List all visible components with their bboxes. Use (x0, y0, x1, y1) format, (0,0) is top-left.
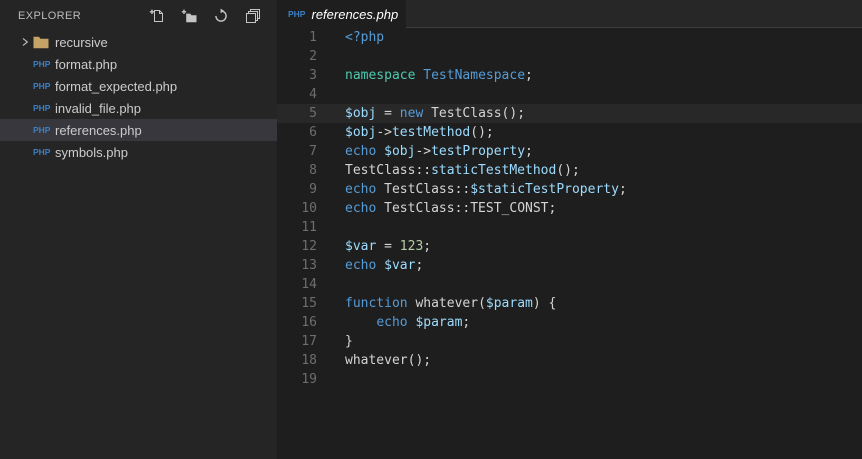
code-line-9[interactable]: 9 echo TestClass::$staticTestProperty; (277, 180, 862, 199)
code-line-18[interactable]: 18 whatever(); (277, 351, 862, 370)
explorer-actions (149, 8, 261, 24)
line-number: 2 (309, 49, 317, 64)
chevron-right-icon (20, 37, 33, 47)
collapse-all-icon (246, 8, 260, 23)
code-text: echo $var; (345, 258, 424, 273)
code-text: $var = 123; (345, 239, 432, 254)
line-number: 9 (309, 182, 317, 197)
explorer-header: EXPLORER (0, 0, 277, 31)
php-file-icon: PHP (288, 8, 306, 19)
new-file-button[interactable] (149, 8, 165, 24)
refresh-icon (215, 8, 227, 22)
php-file-icon: PHP (33, 102, 51, 113)
code-editor[interactable]: 1 <?php 2 3 namespace TestNamespace; 4 5 $obj =… (277, 28, 862, 389)
file-item-invalid-file-php[interactable]: PHP invalid_file.php (0, 97, 277, 119)
tab-label: references.php (311, 6, 399, 22)
code-text: $obj->testMethod(); (345, 125, 494, 140)
file-item-symbols-php[interactable]: PHP symbols.php (0, 141, 277, 163)
line-number: 13 (301, 258, 317, 273)
file-tree: recursive PHP format.php PHP format_expected… (0, 31, 277, 163)
code-text: $obj = new TestClass(); (345, 106, 526, 121)
php-file-icon: PHP (33, 80, 51, 91)
line-number: 7 (309, 144, 317, 159)
code-line-16[interactable]: 16 echo $param; (277, 313, 862, 332)
line-number: 5 (309, 106, 317, 121)
refresh-button[interactable] (213, 8, 229, 24)
code-text: } (345, 334, 353, 349)
code-line-15[interactable]: 15 function whatever($param) { (277, 294, 862, 313)
tab-bar: PHP references.php ✕ (277, 0, 862, 28)
code-text: echo $obj->testProperty; (345, 144, 533, 159)
line-number: 12 (301, 239, 317, 254)
file-label: symbols.php (55, 144, 128, 160)
line-number: 8 (309, 163, 317, 178)
file-item-format-expected-php[interactable]: PHP format_expected.php (0, 75, 277, 97)
line-number: 15 (301, 296, 317, 311)
file-item-format-php[interactable]: PHP format.php (0, 53, 277, 75)
code-line-6[interactable]: 6 $obj->testMethod(); (277, 123, 862, 142)
file-item-recursive[interactable]: recursive (0, 31, 277, 53)
code-text: <?php (345, 30, 385, 45)
code-text: echo $param; (376, 315, 471, 330)
code-text: echo TestClass::TEST_CONST; (345, 201, 557, 216)
code-line-11[interactable]: 11 (277, 218, 862, 237)
folder-icon (33, 36, 54, 49)
code-line-1[interactable]: 1 <?php (277, 28, 862, 47)
code-text: function whatever($param) { (345, 296, 557, 311)
line-number: 6 (309, 125, 317, 140)
code-line-8[interactable]: 8 TestClass::staticTestMethod(); (277, 161, 862, 180)
file-label: invalid_file.php (55, 100, 142, 116)
code-line-19[interactable]: 19 (277, 370, 862, 389)
file-item-references-php[interactable]: PHP references.php (0, 119, 277, 141)
code-line-7[interactable]: 7 echo $obj->testProperty; (277, 142, 862, 161)
code-line-10[interactable]: 10 echo TestClass::TEST_CONST; (277, 199, 862, 218)
file-label: format_expected.php (55, 78, 178, 94)
file-label: format.php (55, 56, 118, 72)
code-line-2[interactable]: 2 (277, 47, 862, 66)
code-text: TestClass::staticTestMethod(); (345, 163, 580, 178)
explorer-sidebar: EXPLORER recursive PHP format.php PHP fo… (0, 0, 277, 459)
vscode-window: EXPLORER recursive PHP format.php PHP fo… (0, 0, 862, 459)
line-number: 3 (309, 68, 317, 83)
code-line-3[interactable]: 3 namespace TestNamespace; (277, 66, 862, 85)
line-number: 17 (301, 334, 317, 349)
code-line-5[interactable]: 5 $obj = new TestClass(); (277, 104, 862, 123)
new-folder-icon (181, 9, 197, 22)
explorer-title: EXPLORER (18, 9, 82, 22)
code-text: namespace TestNamespace; (345, 68, 533, 83)
php-file-icon: PHP (33, 124, 51, 135)
code-text: whatever(); (345, 353, 432, 368)
line-number: 11 (301, 220, 317, 235)
line-number: 1 (309, 30, 317, 45)
code-line-4[interactable]: 4 (277, 85, 862, 104)
editor-area: PHP references.php ✕ 1 <?php 2 3 namespace T… (277, 0, 862, 459)
line-number: 19 (301, 372, 317, 387)
line-number: 4 (309, 87, 317, 102)
tab-bar-empty (406, 0, 862, 28)
new-folder-button[interactable] (181, 8, 197, 24)
code-line-14[interactable]: 14 (277, 275, 862, 294)
tab-references-php[interactable]: PHP references.php ✕ (277, 0, 418, 28)
php-file-icon: PHP (33, 58, 51, 69)
php-file-icon: PHP (33, 146, 51, 157)
line-number: 18 (301, 353, 317, 368)
file-label: references.php (55, 122, 142, 138)
collapse-all-button[interactable] (245, 8, 261, 24)
code-line-12[interactable]: 12 $var = 123; (277, 237, 862, 256)
code-line-13[interactable]: 13 echo $var; (277, 256, 862, 275)
line-number: 14 (301, 277, 317, 292)
file-label: recursive (55, 34, 108, 50)
line-number: 16 (301, 315, 317, 330)
new-file-icon (149, 9, 163, 22)
line-number: 10 (301, 201, 317, 216)
code-text: echo TestClass::$staticTestProperty; (345, 182, 627, 197)
code-line-17[interactable]: 17} (277, 332, 862, 351)
